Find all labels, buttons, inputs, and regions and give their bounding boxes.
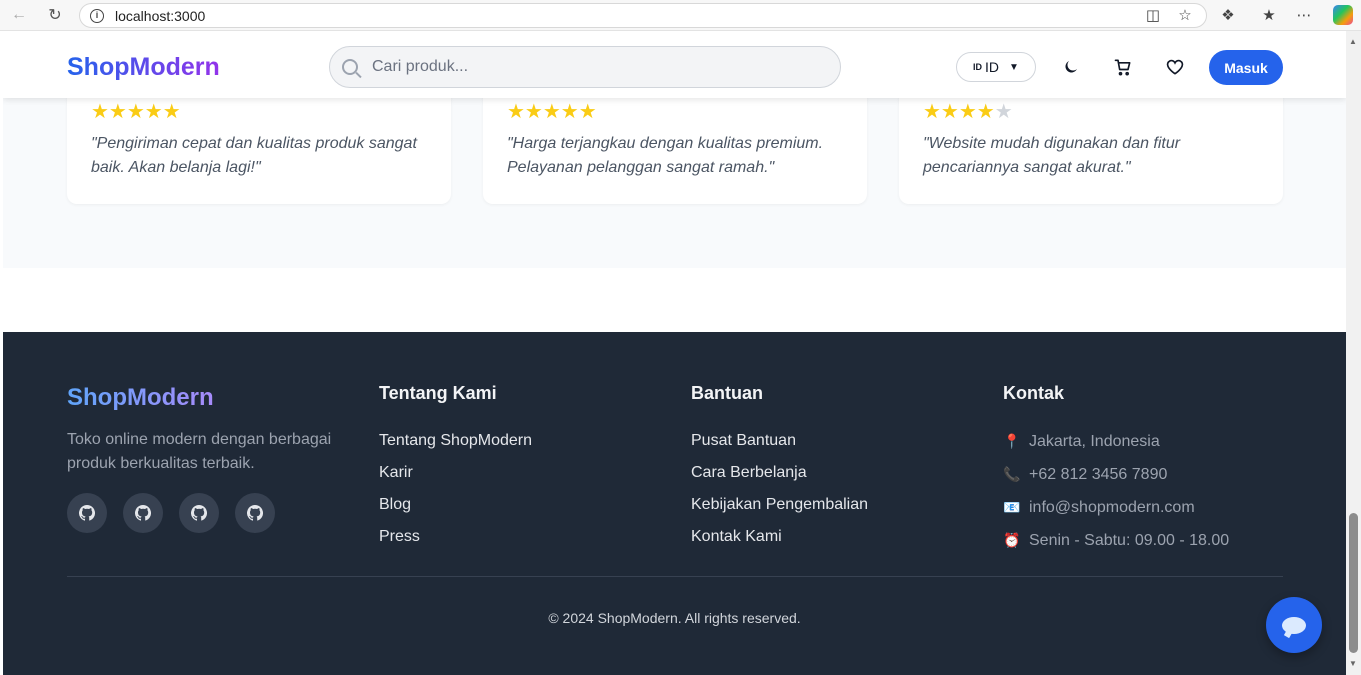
pin-icon: 📍 (1003, 433, 1021, 449)
url-text: localhost:3000 (115, 7, 206, 24)
logo[interactable]: ShopModern (67, 53, 220, 82)
email-icon: 📧 (1003, 499, 1021, 515)
cart-button[interactable] (1111, 55, 1135, 79)
phone-icon: 📞 (1003, 466, 1021, 482)
social-github-link[interactable] (179, 493, 219, 533)
site-header: ShopModern ID ID ▼ Masuk (3, 35, 1346, 98)
site-info-icon[interactable]: i (90, 8, 104, 23)
alarm-clock-icon: ⏰ (1003, 532, 1021, 548)
wishlist-button[interactable] (1163, 55, 1187, 79)
testimonial-quote: "Harga terjangkau dengan kualitas premiu… (507, 135, 824, 176)
page-scrollbar[interactable]: ▲ ▼ (1346, 31, 1361, 675)
footer-link[interactable]: Kontak Kami (691, 521, 868, 553)
split-screen-icon[interactable]: ◫ (1142, 5, 1164, 25)
search-input[interactable] (372, 58, 812, 76)
favorite-star-icon[interactable]: ☆ (1174, 5, 1196, 25)
reload-icon[interactable]: ↻ (43, 4, 67, 26)
login-button[interactable]: Masuk (1209, 50, 1283, 85)
footer-link[interactable]: Karir (379, 457, 532, 489)
testimonial-quote: "Pengiriman cepat dan kualitas produk sa… (91, 135, 417, 176)
language-code: ID (985, 59, 1000, 75)
chat-bubble-icon (1282, 616, 1306, 634)
rating-stars: ★★★★★ (507, 101, 597, 123)
browser-toolbar: ← ↻ i localhost:3000 ◫ ☆ ❖ ★ ⋯ (0, 0, 1361, 31)
scrollbar-thumb[interactable] (1349, 513, 1358, 653)
scroll-up-arrow-icon[interactable]: ▲ (1349, 37, 1357, 46)
contact-address: Jakarta, Indonesia (1029, 433, 1160, 450)
more-icon[interactable]: ⋯ (1293, 5, 1315, 25)
footer-link[interactable]: Tentang ShopModern (379, 425, 532, 457)
contact-email: info@shopmodern.com (1029, 499, 1195, 516)
footer-divider (67, 576, 1283, 577)
flag-icon: ID (973, 62, 983, 72)
github-icon (79, 505, 95, 521)
footer-description: Toko online modern dengan berbagai produ… (67, 431, 332, 472)
search-bar (329, 46, 841, 88)
site-footer: ShopModern Toko online modern dengan ber… (3, 332, 1346, 675)
about-links: Tentang ShopModern Karir Blog Press (379, 425, 532, 553)
social-github-link[interactable] (123, 493, 163, 533)
footer-link[interactable]: Pusat Bantuan (691, 425, 868, 457)
footer-link[interactable]: Press (379, 521, 532, 553)
social-github-link[interactable] (67, 493, 107, 533)
footer-logo[interactable]: ShopModern (67, 384, 214, 412)
testimonial-quote: "Website mudah digunakan dan fitur penca… (923, 135, 1181, 176)
chat-button[interactable] (1266, 597, 1322, 653)
rating-stars: ★★★★★ (923, 101, 1013, 123)
heart-icon (1166, 59, 1184, 75)
contact-item: 📧 info@shopmodern.com (1003, 491, 1229, 524)
footer-link[interactable]: Kebijakan Pengembalian (691, 489, 868, 521)
contact-hours: Senin - Sabtu: 09.00 - 18.00 (1029, 532, 1230, 549)
social-github-link[interactable] (235, 493, 275, 533)
cart-icon (1114, 59, 1131, 76)
contact-item: ⏰ Senin - Sabtu: 09.00 - 18.00 (1003, 524, 1229, 557)
footer-link[interactable]: Cara Berbelanja (691, 457, 868, 489)
contact-list: 📍 Jakarta, Indonesia 📞 +62 812 3456 7890 📧… (1003, 425, 1229, 557)
language-select[interactable]: ID ID ▼ (956, 52, 1036, 82)
contact-item: 📍 Jakarta, Indonesia (1003, 425, 1229, 458)
help-links: Pusat Bantuan Cara Berbelanja Kebijakan … (691, 425, 868, 553)
back-icon[interactable]: ← (7, 4, 31, 26)
github-icon (135, 505, 151, 521)
about-title: Tentang Kami (379, 383, 497, 403)
moon-icon (1065, 61, 1077, 73)
chevron-down-icon: ▼ (1009, 61, 1019, 73)
rating-stars: ★★★★★ (91, 101, 181, 123)
address-bar[interactable]: i localhost:3000 (79, 3, 1207, 28)
footer-link[interactable]: Blog (379, 489, 532, 521)
dark-mode-toggle[interactable] (1059, 55, 1083, 79)
search-icon (342, 59, 358, 75)
favorites-icon[interactable]: ★ (1258, 5, 1280, 25)
contact-title: Kontak (1003, 383, 1065, 403)
github-icon (247, 505, 263, 521)
page-viewport: ★★★★★ "Pengiriman cepat dan kualitas pro… (3, 35, 1346, 675)
copyright-text: © 2024 ShopModern. All rights reserved. (548, 610, 801, 626)
scroll-down-arrow-icon[interactable]: ▼ (1349, 659, 1357, 668)
extensions-icon[interactable]: ❖ (1217, 5, 1239, 25)
copilot-icon[interactable] (1332, 5, 1354, 25)
contact-item: 📞 +62 812 3456 7890 (1003, 458, 1229, 491)
github-icon (191, 505, 207, 521)
help-title: Bantuan (691, 383, 763, 403)
contact-phone: +62 812 3456 7890 (1029, 466, 1168, 483)
